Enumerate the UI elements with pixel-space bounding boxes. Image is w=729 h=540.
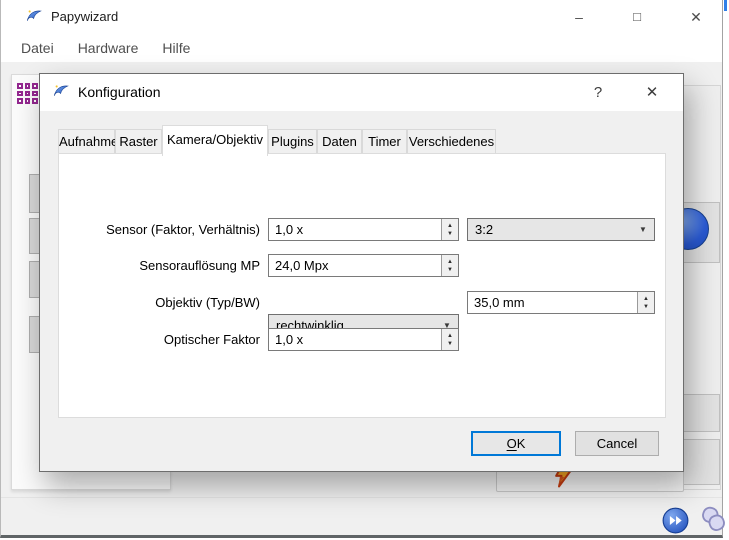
- sensor-factor-value[interactable]: 1,0 x: [269, 219, 441, 240]
- optical-factor-label: Optischer Faktor: [50, 328, 260, 351]
- spinner-buttons[interactable]: ▲ ▼: [441, 255, 458, 276]
- tab-plugins[interactable]: Plugins: [268, 129, 317, 154]
- ok-button[interactable]: OK: [471, 431, 561, 456]
- menu-item-hardware[interactable]: Hardware: [78, 40, 139, 56]
- focal-length-value[interactable]: 35,0 mm: [468, 292, 637, 313]
- spinner-buttons[interactable]: ▲ ▼: [637, 292, 654, 313]
- chevron-down-icon[interactable]: ▼: [632, 219, 654, 240]
- screen: Papywizard – □ ✕ Datei Hardware Hilfe: [0, 0, 729, 540]
- papywizard-logo-icon: [52, 83, 70, 101]
- optical-factor-spinbox[interactable]: 1,0 x ▲ ▼: [268, 328, 459, 351]
- tab-timer[interactable]: Timer: [362, 129, 407, 154]
- fast-forward-icon[interactable]: [662, 507, 689, 534]
- simulation-knot-icon[interactable]: [698, 504, 729, 535]
- konfiguration-dialog: Konfiguration ? ✕ Aufnahme Raster Kamera…: [39, 73, 684, 472]
- spinner-buttons[interactable]: ▲ ▼: [441, 329, 458, 350]
- sensor-label: Sensor (Faktor, Verhältnis): [50, 218, 260, 241]
- optical-factor-value[interactable]: 1,0 x: [269, 329, 441, 350]
- tab-aufnahme[interactable]: Aufnahme: [58, 129, 115, 154]
- maximize-icon[interactable]: □: [617, 0, 657, 34]
- mosaic-grid-icon: [17, 83, 38, 104]
- window-titlebar[interactable]: Papywizard – □ ✕: [1, 0, 722, 34]
- resolution-value[interactable]: 24,0 Mpx: [269, 255, 441, 276]
- focal-length-spinbox[interactable]: 35,0 mm ▲ ▼: [467, 291, 655, 314]
- dialog-titlebar[interactable]: Konfiguration ? ✕: [40, 74, 683, 111]
- spin-up-icon[interactable]: ▲: [643, 295, 649, 303]
- tab-kamera-objektiv[interactable]: Kamera/Objektiv: [162, 125, 268, 156]
- minimize-icon[interactable]: –: [559, 0, 599, 34]
- help-icon[interactable]: ?: [579, 74, 617, 111]
- background-window-sliver: [724, 0, 727, 11]
- resolution-spinbox[interactable]: 24,0 Mpx ▲ ▼: [268, 254, 459, 277]
- sensor-factor-spinbox[interactable]: 1,0 x ▲ ▼: [268, 218, 459, 241]
- spin-up-icon[interactable]: ▲: [447, 222, 453, 230]
- lens-label: Objektiv (Typ/BW): [50, 291, 260, 314]
- spin-down-icon[interactable]: ▼: [447, 266, 453, 274]
- spin-down-icon[interactable]: ▼: [643, 303, 649, 311]
- tab-daten[interactable]: Daten: [317, 129, 362, 154]
- spinner-buttons[interactable]: ▲ ▼: [441, 219, 458, 240]
- spin-down-icon[interactable]: ▼: [447, 340, 453, 348]
- menu-item-hilfe[interactable]: Hilfe: [162, 40, 190, 56]
- menubar: Datei Hardware Hilfe: [1, 34, 722, 62]
- window-title: Papywizard: [51, 0, 118, 34]
- spin-up-icon[interactable]: ▲: [447, 332, 453, 340]
- spin-up-icon[interactable]: ▲: [447, 258, 453, 266]
- sensor-ratio-combobox[interactable]: 3:2 ▼: [467, 218, 655, 241]
- menu-item-datei[interactable]: Datei: [21, 40, 54, 56]
- sensor-ratio-value: 3:2: [468, 219, 632, 240]
- spin-down-icon[interactable]: ▼: [447, 230, 453, 238]
- papywizard-logo-icon: [25, 8, 43, 26]
- resolution-label: Sensorauflösung MP: [50, 254, 260, 277]
- tab-verschiedenes[interactable]: Verschiedenes: [407, 129, 496, 154]
- dialog-title: Konfiguration: [78, 74, 161, 111]
- statusbar: [1, 497, 722, 535]
- cancel-button[interactable]: Cancel: [575, 431, 659, 456]
- tab-content-pane: [58, 153, 666, 418]
- dialog-close-icon[interactable]: ✕: [633, 74, 671, 111]
- tab-raster[interactable]: Raster: [115, 129, 162, 154]
- close-icon[interactable]: ✕: [676, 0, 716, 34]
